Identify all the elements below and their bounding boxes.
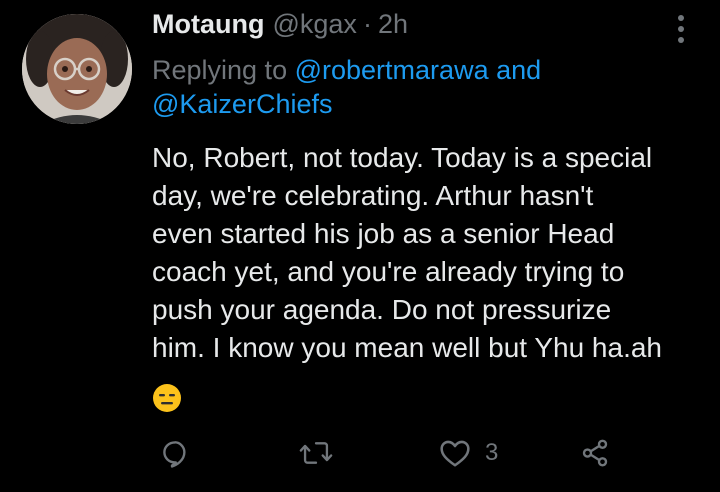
more-options-icon[interactable] xyxy=(670,12,692,46)
more-dot xyxy=(678,37,684,43)
tweet-actions: 3 xyxy=(0,433,720,473)
replying-prefix: Replying to xyxy=(152,55,288,85)
tweet-text-line: coach yet, and you're already trying to xyxy=(152,256,625,287)
timestamp[interactable]: 2h xyxy=(378,9,408,40)
reply-icon xyxy=(163,441,186,468)
tweet-text-line: No, Robert, not today. Today is a specia… xyxy=(152,142,653,173)
separator-dot: · xyxy=(362,9,372,39)
avatar[interactable] xyxy=(22,14,132,124)
avatar-image xyxy=(22,14,132,124)
reply-button[interactable] xyxy=(160,433,190,473)
user-handle[interactable]: @kgax xyxy=(272,9,356,40)
replying-to: Replying to @robertmarawa and @KaizerChi… xyxy=(152,53,672,121)
tweet-text-line: day, we're celebrating. Arthur hasn't xyxy=(152,180,594,211)
expressionless-face-emoji-icon xyxy=(152,383,182,413)
share-button[interactable] xyxy=(580,433,610,473)
share-icon xyxy=(582,439,608,467)
replying-joiner[interactable]: and xyxy=(496,55,541,85)
replying-user-link[interactable]: @KaizerChiefs xyxy=(152,89,332,119)
tweet-text-line: push your agenda. Do not pressurize xyxy=(152,294,612,325)
retweet-icon xyxy=(299,442,333,464)
like-button[interactable]: 3 xyxy=(439,433,498,473)
display-name[interactable]: Motaung xyxy=(152,9,264,40)
tweet-text-line: him. I know you mean well but Yhu ha.ah xyxy=(152,332,663,363)
like-count: 3 xyxy=(485,439,499,466)
tweet-text-line: even started his job as a senior Head xyxy=(152,218,615,249)
more-dot xyxy=(678,26,684,32)
retweet-button[interactable] xyxy=(299,433,333,473)
tweet-text: No, Robert, not today. Today is a specia… xyxy=(152,139,712,367)
tweet-header: Motaung @kgax · 2h xyxy=(152,9,408,49)
replying-user-link[interactable]: @robertmarawa xyxy=(295,55,489,85)
more-dot xyxy=(678,15,684,21)
heart-icon xyxy=(440,440,470,467)
